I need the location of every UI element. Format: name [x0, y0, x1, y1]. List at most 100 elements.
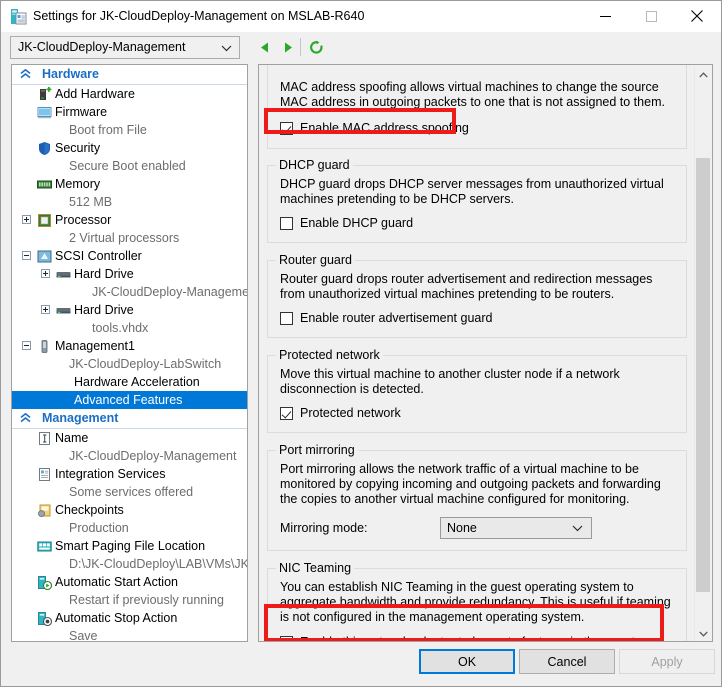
mirroring-mode-dropdown[interactable]: None: [440, 517, 592, 539]
smart-paging-icon: [37, 541, 52, 552]
tree-item-scsi-controller-label: SCSI Controller: [55, 249, 142, 263]
tree-item-add-hardware[interactable]: Add Hardware: [12, 85, 247, 103]
forward-arrow-icon: [284, 42, 292, 52]
tree-item-smart-paging-file-location-label: Smart Paging File Location: [55, 539, 206, 553]
content-scrollbar[interactable]: [694, 66, 711, 641]
tree-item-management1[interactable]: Management1: [12, 337, 247, 355]
enable-router-guard-row[interactable]: Enable router advertisement guard: [280, 311, 674, 326]
tree-item-name[interactable]: Name: [12, 429, 247, 447]
apply-button[interactable]: Apply: [619, 649, 715, 674]
enable-dhcp-guard-label: Enable DHCP guard: [300, 216, 414, 230]
maximize-button[interactable]: [628, 1, 674, 31]
hyperv-settings-icon: [10, 8, 27, 25]
name-icon: [39, 432, 50, 445]
chevron-down-icon: [698, 631, 708, 637]
tree-item-integration-services-sub: Some services offered: [69, 485, 194, 499]
checkpoints-icon: [38, 504, 51, 518]
tree-section-hardware-label: Hardware: [42, 67, 99, 81]
enable-dhcp-guard-checkbox[interactable]: [280, 217, 293, 230]
protected-network-row[interactable]: Protected network: [280, 406, 674, 421]
router-guard-group: Router guard Router guard drops router a…: [267, 253, 687, 338]
vm-selector-dropdown[interactable]: JK-CloudDeploy-Management: [10, 36, 240, 59]
tree-section-management-label: Management: [42, 411, 119, 425]
tree-item-security[interactable]: Security: [12, 139, 247, 157]
router-guard-description: Router guard drops router advertisement …: [280, 272, 653, 301]
protected-network-group: Protected network Move this virtual mach…: [267, 348, 687, 433]
minimize-button[interactable]: [582, 1, 628, 31]
enable-dhcp-guard-row[interactable]: Enable DHCP guard: [280, 216, 674, 231]
enable-mac-spoofing-label: Enable MAC address spoofing: [300, 121, 469, 135]
tree-item-integration-services-label: Integration Services: [55, 467, 166, 481]
tree-item-memory-label: Memory: [55, 177, 101, 191]
tree-item-automatic-stop-action[interactable]: Automatic Stop Action: [12, 609, 247, 627]
tree-item-smart-paging-file-location-sub: D:\JK-CloudDeploy\LAB\VMs\JK-Cl...: [69, 557, 247, 571]
hard-drive-icon: [56, 308, 71, 314]
tree-item-checkpoints-sub: Production: [69, 521, 129, 535]
tree-item-processor[interactable]: Processor: [12, 211, 247, 229]
back-arrow-icon: [260, 42, 268, 52]
dhcp-guard-title: DHCP guard: [276, 158, 353, 172]
navigate-back-button[interactable]: [255, 37, 275, 57]
processor-icon: [38, 214, 51, 227]
chevron-up-icon: [698, 71, 708, 77]
scroll-up-button[interactable]: [695, 66, 711, 83]
tree-item-add-hardware-label: Add Hardware: [55, 87, 135, 101]
chevron-down-icon: [572, 525, 583, 532]
chevron-up-icon: [20, 69, 31, 79]
tree-item-processor-label: Processor: [55, 213, 112, 227]
port-mirroring-title: Port mirroring: [276, 443, 358, 457]
refresh-button[interactable]: [306, 37, 326, 57]
tree-item-checkpoints[interactable]: Checkpoints: [12, 501, 247, 519]
tree-item-hardware-acceleration[interactable]: Hardware Acceleration: [12, 373, 247, 391]
tree-item-processor-sub: 2 Virtual processors: [69, 231, 180, 245]
refresh-icon: [309, 40, 323, 54]
tree-item-memory[interactable]: Memory: [12, 175, 247, 193]
cancel-button[interactable]: Cancel: [519, 649, 615, 674]
tree-item-advanced-features[interactable]: Advanced Features: [12, 391, 247, 409]
tree-expander-processor[interactable]: [22, 215, 31, 224]
tree-item-automatic-stop-action-sub: Save: [69, 629, 98, 642]
tree-section-management[interactable]: Management: [12, 409, 247, 429]
close-button[interactable]: [674, 1, 720, 31]
tree-item-checkpoints-label: Checkpoints: [55, 503, 124, 517]
enable-router-guard-label: Enable router advertisement guard: [300, 311, 493, 325]
nic-teaming-description: You can establish NIC Teaming in the gue…: [280, 580, 671, 624]
ok-button[interactable]: OK: [419, 649, 515, 674]
tree-expander-hard-drive-1[interactable]: [41, 269, 50, 278]
enable-router-guard-checkbox[interactable]: [280, 312, 293, 325]
port-mirroring-group: Port mirroring Port mirroring allows the…: [267, 443, 687, 551]
scsi-controller-icon: [37, 250, 52, 263]
enable-mac-spoofing-row[interactable]: Enable MAC address spoofing: [280, 121, 674, 136]
navigate-forward-button[interactable]: [277, 37, 297, 57]
scrollbar-thumb[interactable]: [696, 158, 710, 592]
tree-item-hard-drive-1[interactable]: Hard Drive: [12, 265, 247, 283]
tree-item-automatic-start-action[interactable]: Automatic Start Action: [12, 573, 247, 591]
tree-section-hardware[interactable]: Hardware: [12, 65, 247, 85]
protected-network-checkbox[interactable]: [280, 407, 293, 420]
enable-mac-spoofing-checkbox[interactable]: [280, 122, 293, 135]
advanced-features-panel: MAC address spoofing allows virtual mach…: [258, 64, 713, 642]
tree-item-name-sub: JK-CloudDeploy-Management: [69, 449, 237, 463]
tree-expander-management1[interactable]: [22, 341, 31, 350]
tree-expander-hard-drive-2[interactable]: [41, 305, 50, 314]
dhcp-guard-description: DHCP guard drops DHCP server messages fr…: [280, 177, 664, 206]
scroll-down-button[interactable]: [695, 625, 711, 641]
tree-item-automatic-start-action-sub: Restart if previously running: [69, 593, 224, 607]
network-adapter-icon: [41, 340, 48, 353]
tree-expander-scsi-controller[interactable]: [22, 251, 31, 260]
tree-item-automatic-start-action-label: Automatic Start Action: [55, 575, 178, 589]
mirroring-mode-row: Mirroring mode: None: [280, 517, 674, 539]
tree-item-hard-drive-2[interactable]: Hard Drive: [12, 301, 247, 319]
tree-item-integration-services[interactable]: Integration Services: [12, 465, 247, 483]
add-hardware-icon: [40, 87, 52, 100]
tree-item-scsi-controller[interactable]: SCSI Controller: [12, 247, 247, 265]
dhcp-guard-group: DHCP guard DHCP guard drops DHCP server …: [267, 158, 687, 243]
tree-item-firmware[interactable]: Firmware: [12, 103, 247, 121]
toolbar-separator: [300, 38, 301, 56]
tree-item-hard-drive-1-sub: JK-CloudDeploy-Management....: [92, 285, 248, 299]
tree-item-smart-paging-file-location[interactable]: Smart Paging File Location: [12, 537, 247, 555]
integration-services-icon: [39, 468, 50, 481]
tree-item-memory-sub: 512 MB: [69, 195, 113, 209]
settings-navigation-tree[interactable]: Hardware Add Hardware Firmware Boot from…: [11, 64, 248, 642]
protected-network-title: Protected network: [276, 348, 383, 362]
